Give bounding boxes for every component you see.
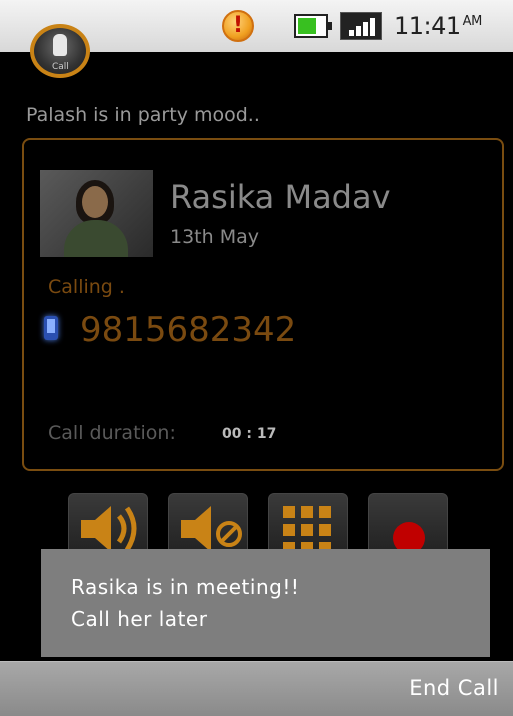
contact-avatar <box>40 170 153 257</box>
signal-icon <box>340 12 382 40</box>
clock-ampm: AM <box>462 14 483 29</box>
keypad-icon <box>283 506 331 554</box>
clock: 11:41 AM <box>394 12 482 40</box>
app-icon-label: Call <box>52 62 69 72</box>
call-status: Calling . <box>48 276 125 298</box>
toast-line-2: Call her later <box>71 607 208 631</box>
call-app-icon[interactable]: Call <box>30 24 90 78</box>
contact-date: 13th May <box>170 226 259 248</box>
toast-message: Rasika is in meeting!! Call her later <box>41 549 490 657</box>
bottom-bar: End Call <box>0 661 513 716</box>
clock-time: 11:41 <box>394 12 461 40</box>
phone-icon <box>44 316 58 340</box>
call-card: Rasika Madav 13th May Calling . 98156823… <box>22 138 504 471</box>
phone-number: 9815682342 <box>80 310 297 350</box>
alert-icon[interactable]: ! <box>222 10 254 42</box>
toast-line-1: Rasika is in meeting!! <box>71 575 300 599</box>
contact-name: Rasika Madav <box>170 178 391 216</box>
call-duration-label: Call duration: <box>48 422 176 444</box>
speaker-icon <box>81 506 137 552</box>
mute-icon <box>181 506 242 552</box>
end-call-button[interactable]: End Call <box>409 676 499 700</box>
record-icon <box>393 522 425 554</box>
battery-icon <box>294 14 332 38</box>
call-duration-value: 00 : 17 <box>222 426 277 442</box>
mood-status-text: Palash is in party mood.. <box>26 104 260 126</box>
